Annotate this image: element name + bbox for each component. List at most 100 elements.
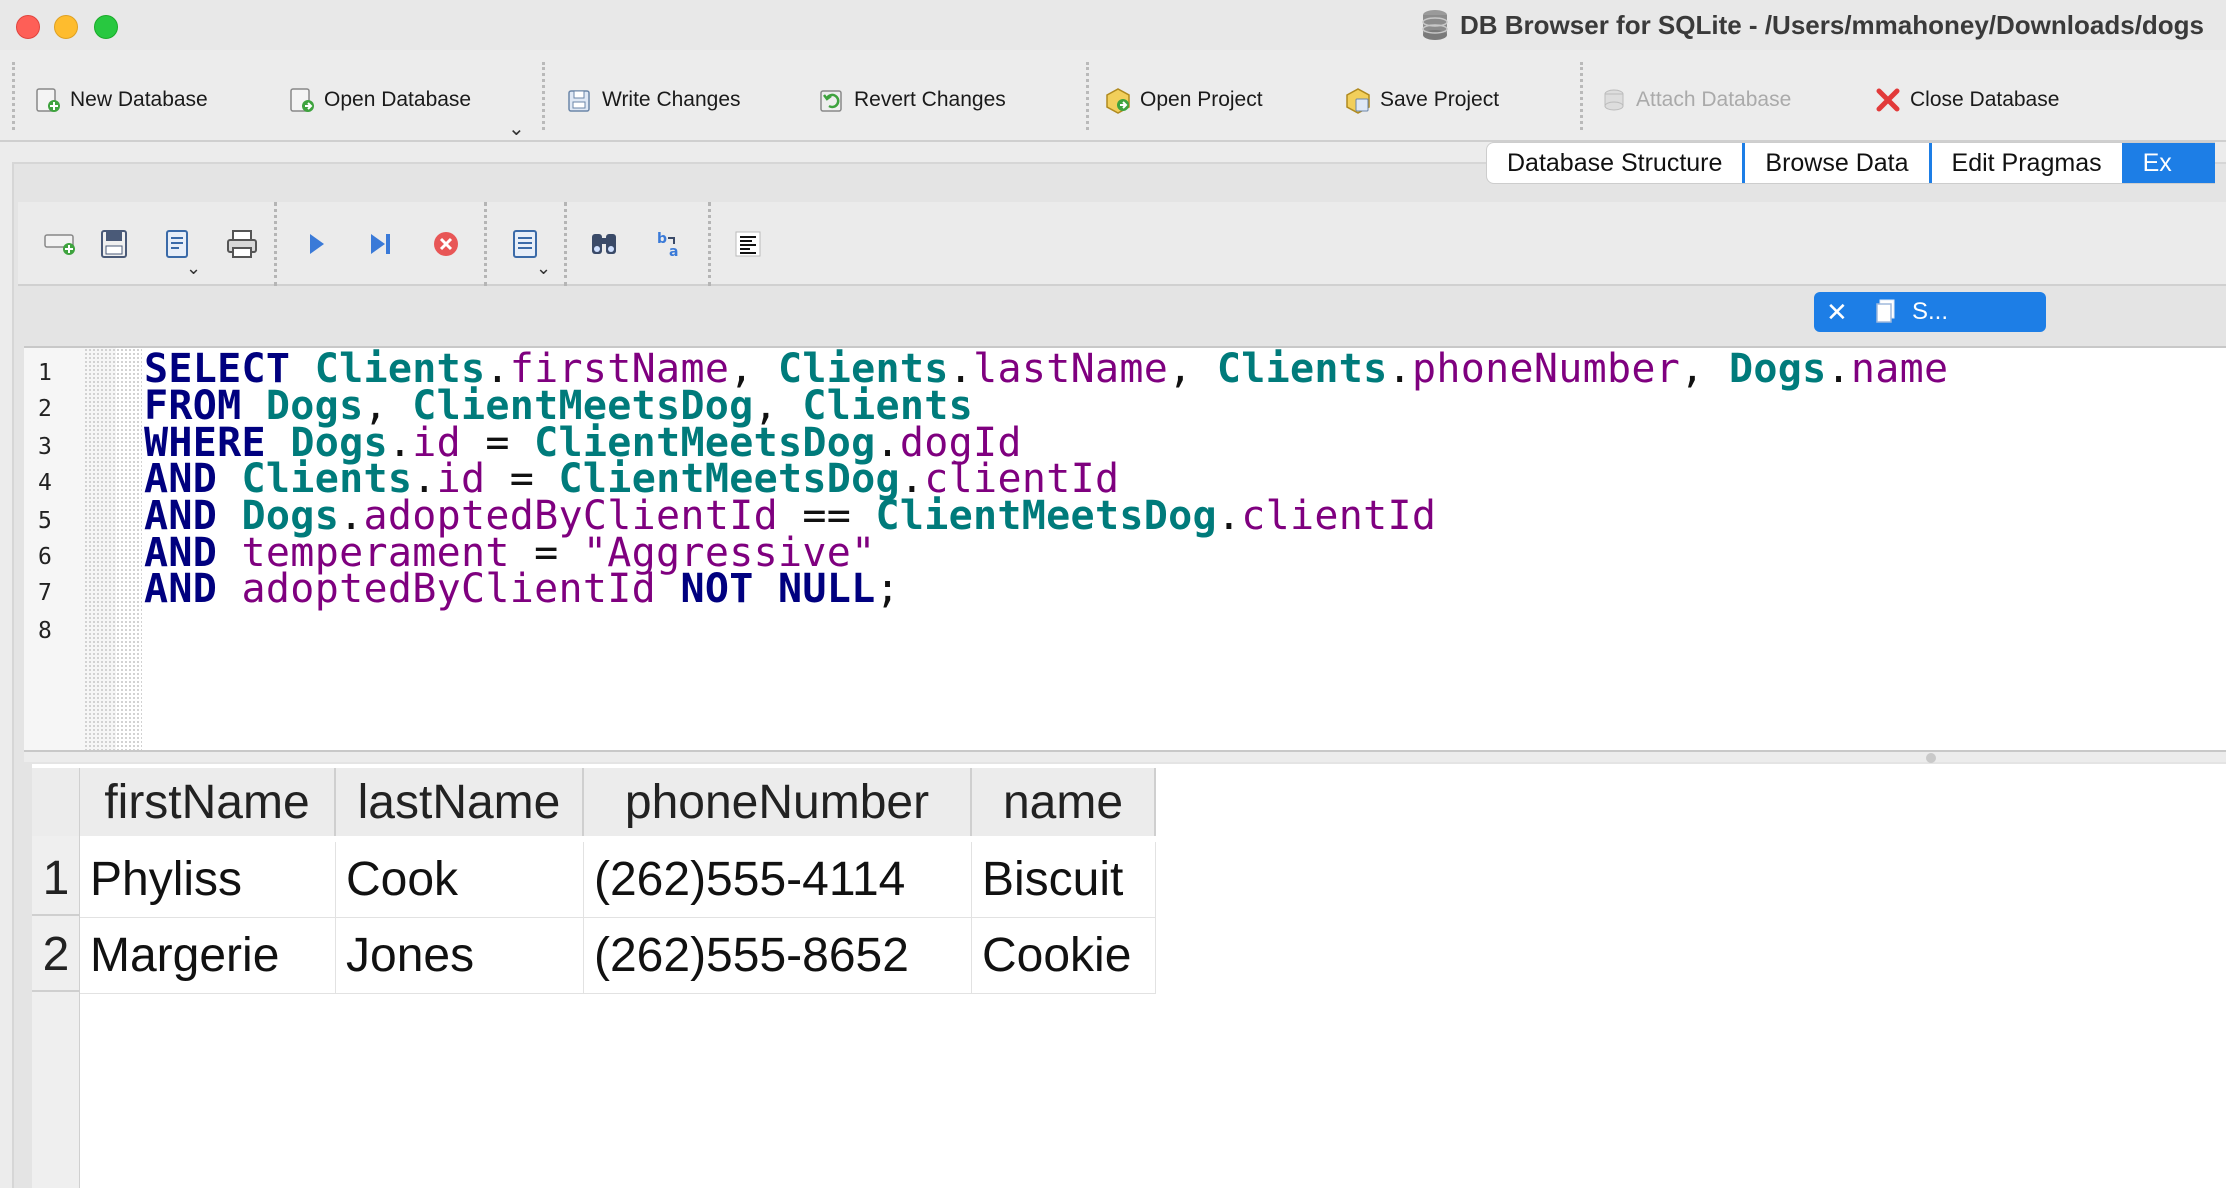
save-results-icon — [513, 230, 537, 258]
write-changes-button[interactable]: Write Changes — [566, 82, 741, 118]
toolbar-separator — [1086, 62, 1089, 130]
window-title: DB Browser for SQLite - /Users/mmahoney/… — [1460, 10, 2205, 40]
grid-corner[interactable] — [32, 768, 80, 836]
column-header-firstname[interactable]: firstName — [80, 768, 336, 836]
close-tab-icon[interactable]: ✕ — [1826, 297, 1856, 328]
minimize-window-button[interactable] — [54, 15, 78, 39]
sql-toolbar-separator — [484, 202, 487, 286]
open-project-button[interactable]: Open Project — [1104, 82, 1263, 118]
save-project-icon — [1346, 88, 1370, 114]
svg-text:a: a — [669, 244, 678, 260]
line-number: 3 — [38, 434, 52, 460]
open-sql-file-button[interactable] — [94, 224, 134, 264]
splitter-handle-icon[interactable] — [1926, 753, 1936, 763]
sql-toolbar: ⌄ ⌄ ba — [18, 202, 2226, 286]
print-icon — [227, 230, 257, 258]
attach-database-icon — [1604, 89, 1624, 111]
column-header-name[interactable]: name — [972, 768, 1156, 836]
open-tab-button[interactable] — [40, 224, 80, 264]
find-replace-icon: ba — [657, 231, 678, 260]
print-button[interactable] — [222, 224, 262, 264]
close-window-button[interactable] — [16, 15, 40, 39]
open-tab-icon — [44, 234, 75, 255]
binoculars-icon — [592, 234, 616, 254]
zoom-window-button[interactable] — [94, 15, 118, 39]
open-database-label: Open Database — [324, 88, 472, 111]
line-number: 5 — [38, 508, 52, 534]
toolbar-separator — [542, 62, 545, 130]
toolbar-separator — [12, 62, 15, 130]
open-database-icon — [290, 88, 314, 112]
table-cell[interactable]: Margerie — [80, 918, 336, 994]
close-database-icon — [1876, 88, 1900, 112]
table-cell[interactable]: Biscuit — [972, 842, 1156, 918]
write-changes-icon — [568, 90, 590, 112]
sql-document-tab-label: S... — [1912, 298, 1949, 325]
close-database-button[interactable]: Close Database — [1874, 82, 2059, 118]
attach-database-button[interactable]: Attach Database — [1600, 82, 1791, 118]
sql-toolbar-separator — [274, 202, 277, 286]
table-cell[interactable]: Phyliss — [80, 842, 336, 918]
comment-block-button[interactable] — [728, 224, 768, 264]
column-header-lastname[interactable]: lastName — [336, 768, 584, 836]
open-project-label: Open Project — [1140, 88, 1263, 111]
open-database-button[interactable]: Open Database — [288, 82, 471, 118]
sql-toolbar-separator — [564, 202, 567, 286]
code-line-7: AND adoptedByClientId NOT NULL; — [144, 566, 900, 612]
revert-changes-label: Revert Changes — [854, 88, 1006, 111]
tab-database-structure[interactable]: Database Structure — [1487, 143, 1746, 183]
stop-icon — [434, 232, 458, 256]
table-cell[interactable]: (262)555-8652 — [584, 918, 972, 994]
new-database-icon — [36, 88, 60, 112]
row-header[interactable]: 1 — [32, 842, 80, 916]
revert-changes-icon — [820, 90, 842, 112]
line-number: 2 — [38, 396, 52, 422]
table-cell[interactable]: Cook — [336, 842, 584, 918]
save-dropdown-chevron-icon[interactable]: ⌄ — [186, 258, 201, 279]
line-number: 1 — [38, 360, 52, 386]
line-number: 4 — [38, 470, 52, 496]
sql-document-tab[interactable]: ✕ S... — [1814, 292, 2046, 332]
open-project-icon — [1106, 88, 1130, 114]
line-number: 6 — [38, 544, 52, 570]
editor-results-splitter[interactable] — [24, 750, 2226, 762]
play-icon — [310, 234, 324, 254]
table-cell[interactable]: Jones — [336, 918, 584, 994]
find-replace-button[interactable]: ba — [650, 224, 690, 264]
document-icon — [1876, 299, 1895, 323]
tab-browse-data[interactable]: Browse Data — [1745, 143, 1932, 183]
save-project-button[interactable]: Save Project — [1344, 82, 1499, 118]
row-header[interactable]: 2 — [32, 918, 80, 992]
line-number: 7 — [38, 580, 52, 606]
execute-current-line-button[interactable] — [360, 224, 400, 264]
sql-toolbar-separator — [708, 202, 711, 286]
main-toolbar: New Database Open Database Write Changes… — [0, 50, 2226, 142]
open-file-icon — [101, 230, 127, 258]
text-lines-icon — [735, 231, 761, 257]
save-file-icon — [166, 230, 188, 258]
stop-execution-button[interactable] — [426, 224, 466, 264]
close-database-label: Close Database — [1910, 88, 2060, 111]
execute-all-button[interactable] — [296, 224, 336, 264]
table-cell[interactable]: (262)555-4114 — [584, 842, 972, 918]
attach-database-label: Attach Database — [1636, 88, 1792, 111]
tab-edit-pragmas[interactable]: Edit Pragmas — [1932, 143, 2125, 183]
revert-changes-button[interactable]: Revert Changes — [818, 82, 1006, 118]
database-app-icon — [1422, 10, 1448, 40]
title-bar: DB Browser for SQLite - /Users/mmahoney/… — [0, 0, 2226, 50]
column-header-phonenumber[interactable]: phoneNumber — [584, 768, 972, 836]
open-database-dropdown-chevron-icon[interactable]: ⌄ — [508, 116, 525, 141]
tab-execute-sql[interactable]: Ex — [2124, 143, 2215, 183]
results-dropdown-chevron-icon[interactable]: ⌄ — [536, 258, 551, 279]
write-changes-label: Write Changes — [602, 88, 741, 111]
table-cell[interactable]: Cookie — [972, 918, 1156, 994]
step-forward-icon — [371, 234, 390, 254]
fold-margin — [84, 348, 142, 750]
find-button[interactable] — [584, 224, 624, 264]
new-database-button[interactable]: New Database — [34, 82, 208, 118]
svg-text:b: b — [657, 231, 667, 247]
line-number: 8 — [38, 618, 52, 644]
new-database-label: New Database — [70, 88, 208, 111]
sql-editor[interactable]: 1 2 3 4 5 6 7 8 SELECT Clients.firstName… — [24, 346, 2226, 750]
main-tabs: Database Structure Browse Data Edit Prag… — [1486, 142, 2215, 184]
